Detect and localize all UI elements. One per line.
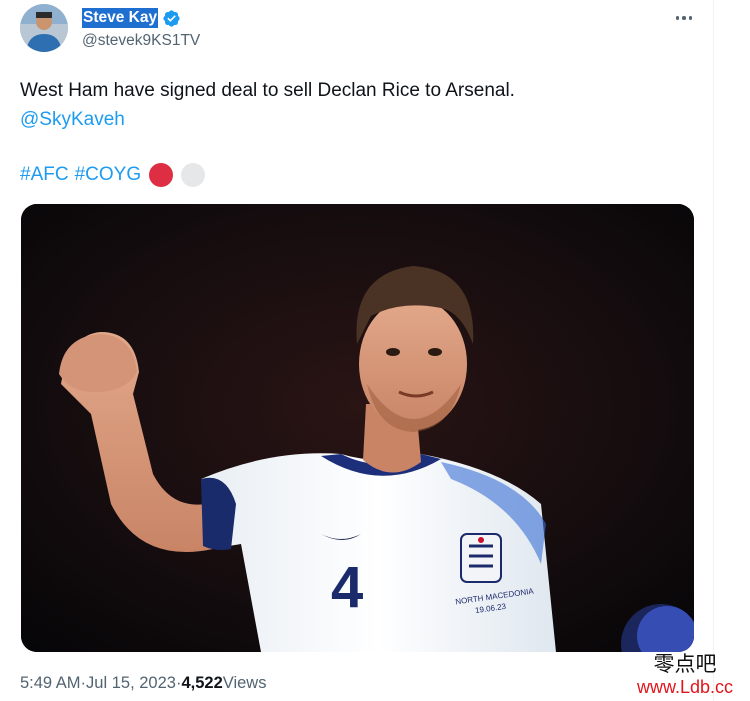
author-handle[interactable]: @stevek9KS1TV xyxy=(82,32,200,50)
more-dot-icon xyxy=(682,16,686,20)
tweet-media-photo[interactable]: 4 NORTH MACEDONIA 19.06.23 xyxy=(21,204,694,652)
more-dot-icon xyxy=(688,16,693,20)
watermark-chinese-text: 零点吧 xyxy=(653,652,717,676)
views-count: 4,522 xyxy=(181,674,223,692)
tweet-time[interactable]: 5:49 AM xyxy=(20,674,81,693)
tweet-card: Steve Kay @stevek9KS1TV West Ham have si… xyxy=(0,0,714,701)
verified-badge-icon[interactable] xyxy=(162,9,181,28)
more-dot-icon xyxy=(675,16,680,20)
avatar-image xyxy=(20,4,68,52)
watermark: 零点吧 www.Ldb.cc xyxy=(622,652,748,698)
tweet-text: West Ham have signed deal to sell Declan… xyxy=(20,80,515,101)
red-circle-icon xyxy=(149,163,174,187)
hashtag-coyg[interactable]: #COYG xyxy=(75,161,142,189)
hashtag-row: #AFC #COYG xyxy=(20,161,206,189)
white-circle-icon xyxy=(181,163,206,187)
column-divider xyxy=(713,0,714,701)
hashtag-afc[interactable]: #AFC xyxy=(20,161,69,189)
author-display-name[interactable]: Steve Kay xyxy=(82,8,159,28)
tweet-metadata: 5:49 AM · Jul 15, 2023 · 4,522 Views xyxy=(20,674,266,693)
author-name-row: Steve Kay xyxy=(82,8,181,28)
mention-link[interactable]: @SkyKaveh xyxy=(20,106,125,134)
views-label: Views xyxy=(222,674,267,692)
tweet-date[interactable]: Jul 15, 2023 xyxy=(86,674,176,693)
watermark-url: www.Ldb.cc xyxy=(636,677,734,697)
more-options-button[interactable] xyxy=(670,6,698,30)
avatar[interactable] xyxy=(20,4,68,52)
jersey-number: 4 xyxy=(331,555,364,620)
